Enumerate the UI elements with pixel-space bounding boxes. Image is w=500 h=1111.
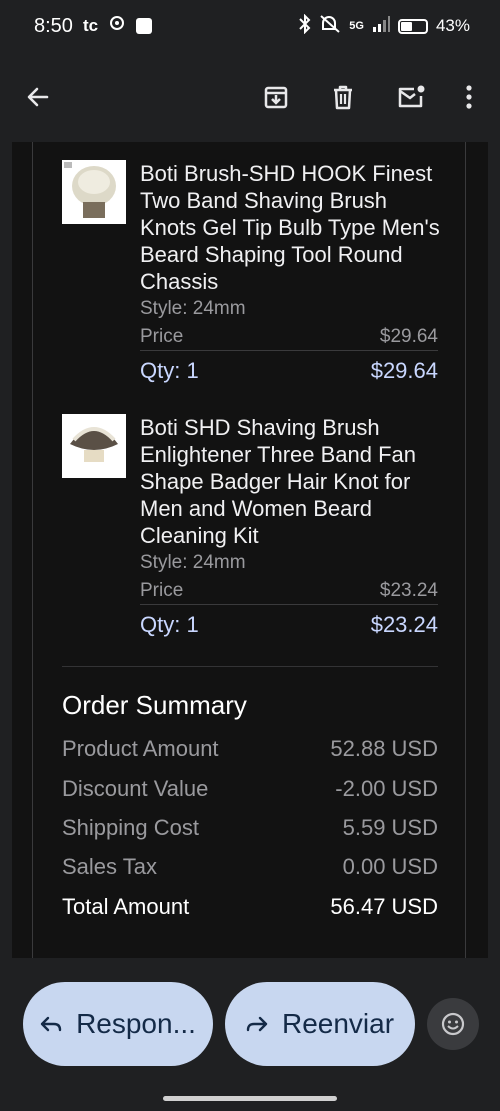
notification-square-icon — [136, 18, 153, 34]
price-label: Price — [140, 580, 184, 601]
more-vertical-icon — [466, 85, 472, 109]
content-border-right — [465, 142, 466, 965]
item-style: Style: 24mm — [140, 298, 438, 320]
mark-unread-button[interactable] — [393, 79, 429, 115]
summary-label: Sales Tax — [62, 854, 157, 879]
archive-button[interactable] — [258, 79, 294, 115]
qty-row: Qty: 1 $29.64 — [140, 358, 438, 384]
summary-row: Product Amount 52.88 USD — [62, 736, 438, 762]
mute-icon — [319, 14, 341, 39]
style-label: Style: 24mm — [140, 552, 246, 573]
product-thumbnail — [62, 414, 126, 478]
item-divider — [140, 604, 438, 605]
price-row: Price $29.64 — [140, 326, 438, 348]
emoji-reaction-button[interactable] — [427, 998, 479, 1050]
back-button[interactable] — [20, 79, 56, 115]
line-total: $29.64 — [370, 358, 438, 383]
total-label: Total Amount — [62, 894, 190, 919]
summary-label: Discount Value — [62, 776, 209, 801]
reply-button[interactable]: Respon... — [23, 982, 213, 1066]
battery-label: 43% — [435, 16, 470, 35]
price-value: $23.24 — [379, 580, 438, 601]
item-title: Boti SHD Shaving Brush Enlightener Three… — [140, 415, 416, 548]
summary-value: 0.00 USD — [342, 854, 438, 879]
delete-button[interactable] — [325, 79, 361, 115]
line-total: $23.24 — [370, 612, 438, 637]
qty-label: Qty: 1 — [140, 612, 199, 637]
summary-value: -2.00 USD — [335, 776, 438, 801]
total-value: 56.47 USD — [330, 894, 438, 919]
summary-value: 5.59 USD — [342, 815, 438, 840]
order-item[interactable]: Boti SHD Shaving Brush Enlightener Three… — [62, 414, 438, 644]
price-value: $29.64 — [379, 326, 438, 347]
status-time: 8:50 — [34, 14, 73, 37]
bluetooth-icon — [299, 13, 311, 39]
more-options-button[interactable] — [451, 79, 487, 115]
item-title: Boti Brush-SHD HOOK Finest Two Band Shav… — [140, 161, 440, 294]
order-item[interactable]: Boti Brush-SHD HOOK Finest Two Band Shav… — [62, 160, 440, 390]
forward-button[interactable]: Reenviar — [225, 982, 415, 1066]
summary-divider — [62, 666, 438, 667]
item-style: Style: 24mm — [140, 552, 438, 574]
summary-row: Sales Tax 0.00 USD — [62, 854, 438, 880]
trash-icon — [334, 85, 352, 110]
summary-total-row: Total Amount 56.47 USD — [62, 894, 438, 920]
mail-unread-icon — [398, 85, 425, 108]
battery-icon — [397, 18, 428, 34]
summary-label: Shipping Cost — [62, 815, 199, 840]
signal-icon — [372, 15, 390, 38]
summary-value: 52.88 USD — [330, 736, 438, 761]
reply-icon — [40, 1016, 62, 1032]
content-border-left — [32, 142, 33, 965]
app-bar — [0, 52, 500, 142]
archive-icon — [264, 86, 288, 109]
carrier-label: tc — [82, 16, 99, 35]
price-label: Price — [140, 326, 184, 347]
forward-label: Reenviar — [281, 1008, 395, 1039]
qty-label: Qty: 1 — [140, 358, 199, 383]
product-thumbnail — [62, 160, 126, 224]
item-divider — [140, 350, 438, 351]
network-label: 5G — [349, 20, 364, 32]
home-indicator[interactable] — [163, 1096, 337, 1101]
summary-row: Shipping Cost 5.59 USD — [62, 815, 438, 841]
arrow-left-icon — [27, 87, 49, 107]
forward-icon — [246, 1016, 268, 1032]
status-bar: 8:50 tc 5G 43% — [0, 0, 500, 52]
settings-status-icon — [108, 14, 126, 38]
style-label: Style: 24mm — [140, 298, 246, 319]
emoji-icon — [441, 1012, 465, 1036]
price-row: Price $23.24 — [140, 580, 438, 602]
summary-label: Product Amount — [62, 736, 219, 761]
summary-row: Discount Value -2.00 USD — [62, 776, 438, 802]
order-summary-title: Order Summary — [62, 690, 247, 720]
qty-row: Qty: 1 $23.24 — [140, 612, 438, 638]
reply-label: Respon... — [76, 1008, 196, 1039]
